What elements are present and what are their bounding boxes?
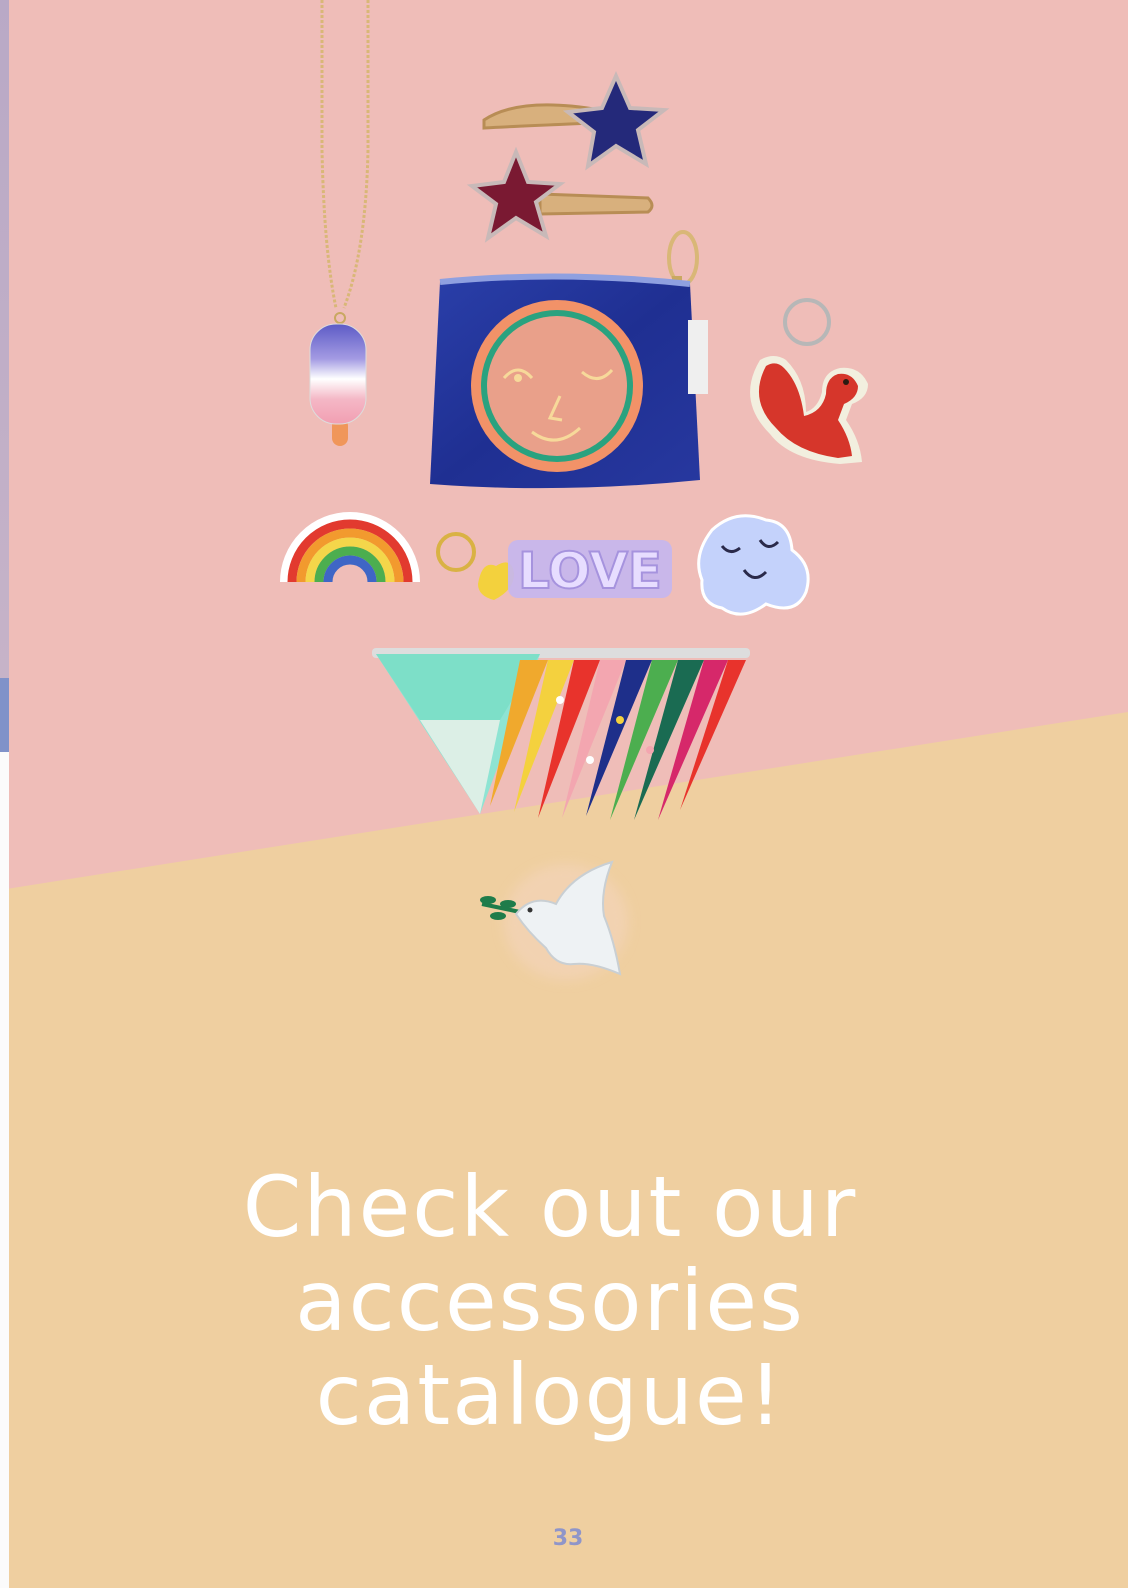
headline: Check out our accessories catalogue! — [130, 1160, 970, 1442]
navy-star-icon — [562, 71, 670, 171]
popsicle-necklace — [309, 0, 370, 446]
love-keychain: LOVE — [436, 532, 672, 601]
squirrel-keychain — [750, 298, 868, 464]
rainbow-pin — [280, 512, 420, 583]
product-collage: LOVE — [280, 0, 868, 980]
cloud-face-pin — [697, 514, 810, 616]
headline-line-1: Check out our — [242, 1158, 858, 1256]
star-hair-clips — [466, 71, 670, 243]
page-number: 33 — [552, 1526, 584, 1551]
love-keychain-text: LOVE — [518, 542, 662, 600]
headline-line-3: catalogue! — [315, 1346, 785, 1444]
dove-pin — [480, 860, 628, 980]
headline-line-2: accessories — [295, 1252, 805, 1350]
burgundy-star-icon — [466, 146, 566, 243]
face-pouch — [430, 230, 708, 489]
catalogue-page: LOVE Check out our accessories catalogue… — [0, 0, 1128, 1588]
fabric-bunting — [372, 648, 750, 820]
